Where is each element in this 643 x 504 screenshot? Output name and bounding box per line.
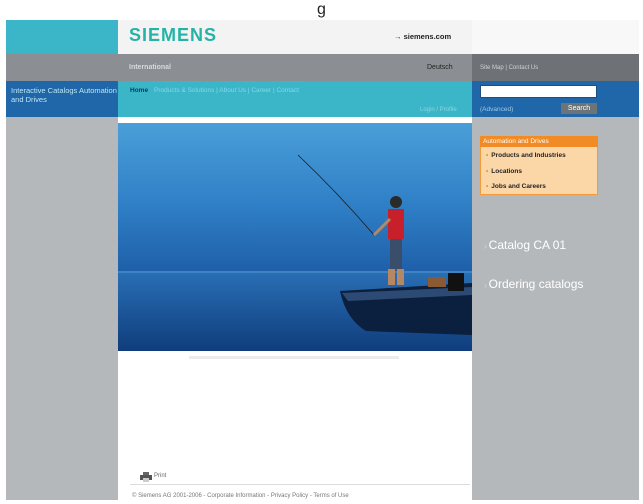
sitemap-links[interactable]: Site Map | Contact Us bbox=[480, 65, 538, 71]
print-link[interactable]: Print bbox=[154, 473, 166, 479]
siemens-logo[interactable]: SIEMENS bbox=[129, 25, 217, 46]
jobs-careers-link[interactable]: • Jobs and Careers bbox=[486, 183, 546, 190]
hero-image bbox=[118, 123, 472, 351]
footer-divider bbox=[130, 484, 470, 485]
ordering-catalogs-link[interactable]: › Ordering catalogs bbox=[484, 277, 583, 291]
nav-home[interactable]: Home bbox=[130, 87, 148, 94]
locations-link[interactable]: • Locations bbox=[486, 168, 522, 175]
catalog-ca01-label: Catalog CA 01 bbox=[488, 238, 567, 252]
left-gray-block bbox=[6, 54, 118, 81]
print-icon[interactable] bbox=[140, 472, 152, 482]
header-right-area bbox=[472, 20, 639, 54]
locations-label: Locations bbox=[491, 168, 522, 175]
section-title[interactable]: Interactive Catalogs Automation and Driv… bbox=[11, 86, 119, 104]
products-industries-label: Products and Industries bbox=[491, 152, 566, 159]
language-link[interactable]: Deutsch bbox=[427, 64, 453, 71]
fishing-scene-image bbox=[118, 123, 472, 351]
search-input[interactable] bbox=[480, 85, 597, 98]
link-arrow-icon: › bbox=[484, 281, 487, 290]
region-bar bbox=[118, 54, 472, 81]
international-label[interactable]: International bbox=[129, 64, 171, 71]
hero-caption-strip bbox=[189, 356, 399, 359]
bullet-icon: • bbox=[486, 168, 489, 175]
automation-drives-title[interactable]: Automation and Drives bbox=[480, 136, 598, 147]
left-teal-block bbox=[6, 20, 118, 54]
bullet-icon: • bbox=[486, 152, 489, 159]
search-button[interactable]: Search bbox=[561, 103, 597, 114]
jobs-careers-label: Jobs and Careers bbox=[491, 183, 546, 190]
link-arrow-icon: › bbox=[484, 242, 487, 251]
advanced-search-link[interactable]: (Advanced) bbox=[480, 106, 513, 113]
siemens-com-link[interactable]: → siemens.com bbox=[394, 32, 451, 41]
login-link[interactable]: Login / Profile bbox=[420, 107, 457, 113]
ordering-catalogs-label: Ordering catalogs bbox=[488, 277, 584, 291]
catalog-ca01-link[interactable]: › Catalog CA 01 bbox=[484, 238, 566, 252]
products-industries-link[interactable]: • Products and Industries bbox=[486, 152, 566, 159]
bullet-icon: • bbox=[486, 183, 489, 190]
nav-items[interactable]: Products & Solutions | About Us | Career… bbox=[154, 87, 299, 94]
window-caption: g bbox=[317, 1, 326, 18]
footer-legal[interactable]: © Siemens AG 2001-2006 - Corporate Infor… bbox=[132, 493, 472, 499]
